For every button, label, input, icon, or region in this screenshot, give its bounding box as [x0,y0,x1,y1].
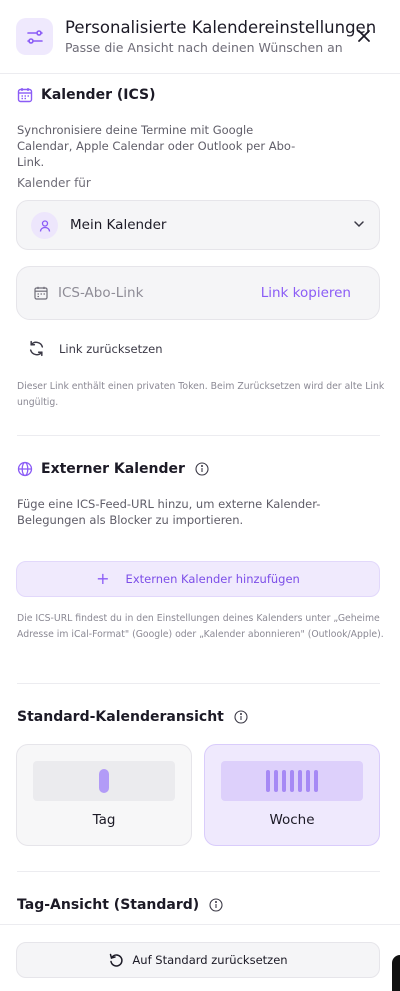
week-bar [282,770,286,792]
divider [17,435,380,436]
close-icon[interactable] [352,24,376,48]
external-note: Die ICS-URL findest du in den Einstellun… [17,613,384,640]
external-section-title-text: Externer Kalender [41,461,185,477]
ics-section-title-text: Kalender (ICS) [41,87,156,103]
divider [17,871,380,872]
window-corner [392,955,400,991]
user-icon [31,212,58,239]
ics-note: Dieser Link enthält einen privaten Token… [17,381,385,408]
copy-link-button[interactable]: Link kopieren [261,285,351,301]
info-icon[interactable] [209,898,223,912]
add-external-calendar-button[interactable]: + Externen Kalender hinzufügen [16,561,380,597]
ics-section-title: Kalender (ICS) [17,87,155,103]
view-option-week[interactable]: Woche [204,744,380,846]
panel-title: Personalisierte Kalendereinstellungen [65,18,377,37]
undo-icon [108,952,124,968]
view-option-label: Tag [92,812,116,828]
week-preview [221,761,363,801]
calendar-for-label: Kalender für [17,176,91,190]
default-view-title-text: Standard-Kalenderansicht [17,709,224,725]
reset-link-button[interactable]: Link zurücksetzen [28,340,163,357]
globe-icon [17,461,33,477]
reset-defaults-label: Auf Standard zurücksetzen [132,953,288,967]
day-view-title-text: Tag-Ansicht (Standard) [17,897,200,913]
week-bar [290,770,294,792]
day-bar [99,769,109,793]
refresh-icon [28,340,45,357]
external-section-title: Externer Kalender [17,461,209,477]
chevron-down-icon [353,218,365,230]
week-bar [306,770,310,792]
day-view-title: Tag-Ansicht (Standard) [17,897,223,913]
week-bar [274,770,278,792]
calendar-icon [17,87,33,103]
ics-description: Synchronisiere deine Termine mit Google … [17,123,296,169]
view-option-day[interactable]: Tag [16,744,192,846]
panel-header: Personalisierte Kalendereinstellungen Pa… [0,0,400,74]
calendar-select[interactable]: Mein Kalender [16,200,380,250]
sliders-icon [16,18,53,55]
reset-defaults-button[interactable]: Auf Standard zurücksetzen [16,942,380,978]
settings-panel: Personalisierte Kalendereinstellungen Pa… [0,0,400,991]
day-preview [33,761,175,801]
info-icon[interactable] [195,462,209,476]
info-icon[interactable] [234,710,248,724]
week-bar [298,770,302,792]
panel-footer: Auf Standard zurücksetzen [0,924,400,991]
reset-link-label: Link zurücksetzen [59,341,163,356]
week-bar [314,770,318,792]
ics-link-field: ICS-Abo-Link Link kopieren [16,266,380,320]
calendar-icon [34,286,48,300]
panel-subtitle: Passe die Ansicht nach deinen Wünschen a… [65,40,343,55]
view-option-label: Woche [269,812,315,828]
selected-calendar: Mein Kalender [70,217,167,233]
plus-icon: + [96,569,110,588]
external-description: Füge eine ICS-Feed-URL hinzu, um externe… [17,497,321,527]
ics-link-placeholder: ICS-Abo-Link [58,285,144,301]
add-external-calendar-label: Externen Kalender hinzufügen [125,572,300,586]
divider [17,683,380,684]
default-view-title: Standard-Kalenderansicht [17,709,248,725]
week-bar [266,770,270,792]
